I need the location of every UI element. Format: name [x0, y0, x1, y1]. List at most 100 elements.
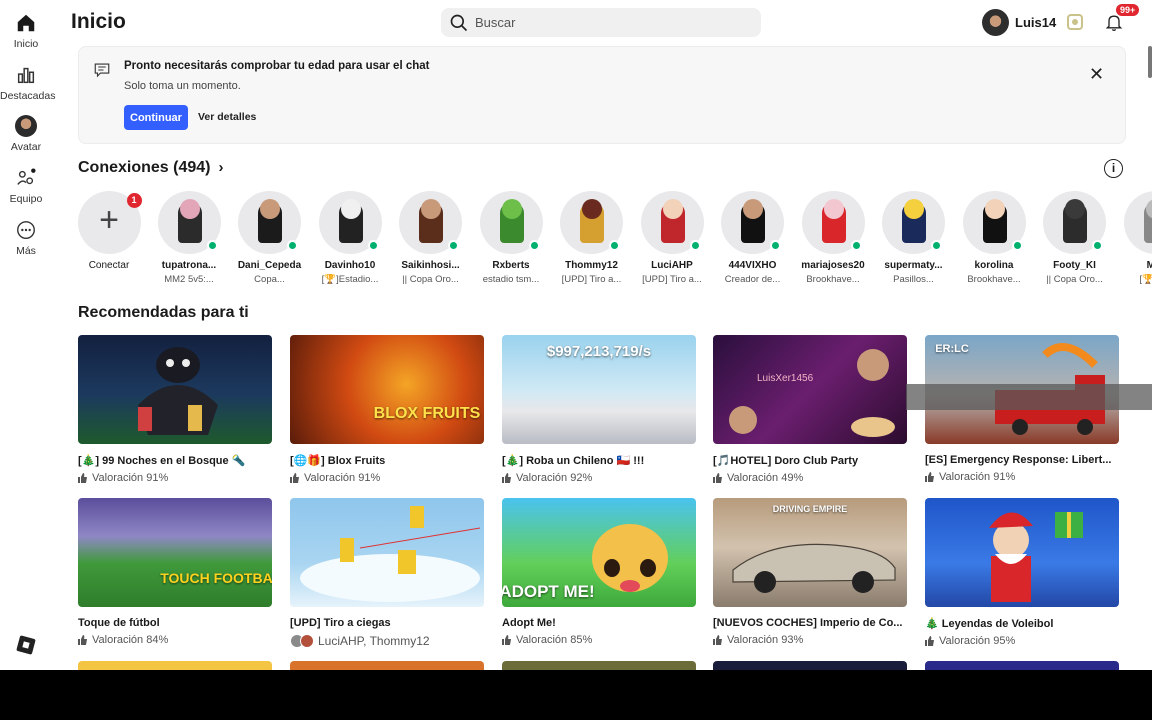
- thumbs-up-icon: [502, 473, 511, 483]
- nav-item-team[interactable]: Equipo: [0, 167, 52, 205]
- thumbs-up-icon: [78, 635, 87, 645]
- connection-item[interactable]: supermaty... Pasillos...: [876, 191, 952, 285]
- game-rating: Valoración 92%: [502, 472, 696, 484]
- connection-item[interactable]: M... [🏆]E...: [1117, 191, 1152, 285]
- rating-text: Valoración 93%: [727, 634, 804, 646]
- team-icon: [17, 168, 36, 185]
- connections-header[interactable]: Conexiones (494) ›: [78, 159, 223, 177]
- notification-badge: 99+: [1116, 4, 1140, 16]
- connection-item[interactable]: Rxberts estadio tsm...: [473, 191, 549, 285]
- game-thumbnail-partial[interactable]: [502, 661, 696, 670]
- game-tile[interactable]: LuisXer1456 [🎵HOTEL] Doro Club Party Val…: [713, 335, 907, 484]
- game-tile[interactable]: 🎄 Leyendas de Voleibol Valoración 95%: [925, 498, 1119, 647]
- game-name: [ES] Emergency Response: Libert...: [925, 454, 1112, 466]
- avatar-head: [582, 199, 602, 219]
- connection-status: MM2 5v5:...: [164, 274, 214, 285]
- thumb-text: ER:LC: [935, 343, 969, 355]
- game-name: Toque de fútbol: [78, 617, 160, 629]
- game-name: [🎵HOTEL] Doro Club Party: [713, 455, 859, 467]
- roblox-logo-icon[interactable]: [16, 635, 36, 655]
- avatar-head: [904, 199, 924, 219]
- game-tile[interactable]: ADOPT ME! Adopt Me! Valoración 85%: [502, 498, 696, 646]
- game-rating: Valoración 91%: [925, 471, 1119, 483]
- game-rating: Valoración 91%: [290, 472, 484, 484]
- game-thumbnail-partial[interactable]: [925, 661, 1119, 670]
- rating-text: Valoración 92%: [516, 472, 593, 484]
- connection-item[interactable]: Footy_KI || Copa Oro...: [1037, 191, 1113, 285]
- search-bar[interactable]: [441, 8, 761, 37]
- game-thumbnail-partial[interactable]: [78, 661, 272, 670]
- friends-playing: LuciAHP, Thommy12: [290, 634, 484, 648]
- online-indicator: [770, 240, 781, 251]
- nav-item-more[interactable]: Más: [0, 219, 52, 257]
- game-rating: Valoración 85%: [502, 634, 696, 646]
- thumbs-up-icon: [502, 635, 511, 645]
- search-input[interactable]: [475, 15, 735, 30]
- game-thumbnail-partial[interactable]: [713, 661, 907, 670]
- details-link[interactable]: Ver detalles: [198, 111, 256, 123]
- online-indicator: [689, 240, 701, 251]
- connection-item[interactable]: Saikinhosi... || Copa Oro...: [393, 191, 469, 285]
- santa-graphic: [989, 512, 1083, 602]
- connection-item[interactable]: Dani_Cepeda Copa...: [232, 191, 308, 285]
- info-icon[interactable]: i: [1104, 159, 1123, 178]
- connection-item[interactable]: LuciAHP [UPD] Tiro a...: [634, 191, 710, 285]
- game-name: Adopt Me!: [502, 617, 556, 629]
- online-indicator: [850, 240, 862, 251]
- avatar: [157, 191, 221, 254]
- game-rating: Valoración 95%: [925, 635, 1119, 647]
- overlay-bar: [906, 384, 1152, 410]
- nav-item-charts[interactable]: Destacadas: [0, 64, 55, 102]
- avatar: [640, 191, 704, 254]
- nav-item-home[interactable]: Inicio: [0, 12, 52, 50]
- add-connection-button[interactable]: + 1 Conectar: [71, 191, 147, 271]
- scrollbar[interactable]: [1148, 46, 1152, 78]
- connection-item[interactable]: mariajoses20 Brookhave...: [795, 191, 871, 285]
- game-thumbnail: BLOX FRUITS: [290, 335, 484, 444]
- chevron-right-icon: ›: [218, 159, 224, 176]
- game-name: [NUEVOS COCHES] Imperio de Co...: [713, 617, 903, 629]
- friend-request-badge: 1: [126, 193, 142, 208]
- online-indicator: [287, 240, 298, 251]
- add-circle: + 1: [77, 191, 142, 254]
- game-tile[interactable]: [🎄] 99 Noches en el Bosque 🔦 Valoración …: [78, 335, 272, 484]
- age-check-banner: Pronto necesitarás comprobar tu edad par…: [78, 46, 1126, 144]
- charts-icon: [17, 67, 35, 84]
- online-indicator: [206, 240, 218, 251]
- connection-item[interactable]: Thommy12 [UPD] Tiro a...: [554, 191, 630, 285]
- nav-item-avatar[interactable]: Avatar: [0, 115, 52, 153]
- thumb-text: DRIVING EMPIRE: [772, 504, 848, 514]
- avatar: [982, 9, 1009, 36]
- game-tile[interactable]: $997,213,719/s [🎄] Roba un Chileno 🇨🇱 !!…: [502, 335, 696, 484]
- overlay-username: LuisXer1456: [757, 373, 814, 384]
- connection-status: || Copa Oro...: [1046, 274, 1103, 285]
- nav-label: Inicio: [13, 38, 39, 50]
- game-name: [🌐🎁] Blox Fruits: [290, 455, 386, 467]
- close-icon[interactable]: ✕: [1089, 65, 1104, 83]
- online-indicator: [1011, 240, 1023, 251]
- thumb-text: $997,213,719/s: [546, 343, 652, 360]
- continue-button[interactable]: Continuar: [124, 105, 188, 130]
- page-title: Inicio: [71, 10, 126, 33]
- connection-status: Brookhave...: [967, 274, 1021, 285]
- avatar: [882, 191, 945, 254]
- game-tile[interactable]: [UPD] Tiro a ciegas LuciAHP, Thommy12: [290, 498, 484, 648]
- recommended-title: Recomendadas para ti: [78, 304, 249, 321]
- nav-label: Avatar: [10, 141, 42, 153]
- connection-item[interactable]: korolina Brookhave...: [956, 191, 1032, 285]
- banner-subtitle: Solo toma un momento.: [124, 80, 241, 92]
- robux-icon[interactable]: [1067, 14, 1083, 30]
- online-indicator: [931, 240, 942, 251]
- game-thumbnail-partial[interactable]: [290, 661, 484, 670]
- avatar: [479, 191, 543, 254]
- avatar: [962, 191, 1026, 254]
- connection-item[interactable]: Davinho10 [🏆]Estadio...: [312, 191, 388, 285]
- rating-text: Valoración 91%: [939, 471, 1016, 483]
- game-tile[interactable]: DRIVING EMPIRE [NUEVOS COCHES] Imperio d…: [713, 498, 907, 646]
- game-tile[interactable]: BLOX FRUITS [🌐🎁] Blox Fruits Valoración …: [290, 335, 484, 484]
- game-tile[interactable]: TOUCH FOOTBALL Toque de fútbol Valoració…: [78, 498, 272, 646]
- user-profile[interactable]: Luis14: [982, 9, 1056, 36]
- connection-item[interactable]: tupatrona... MM2 5v5:...: [151, 191, 227, 285]
- connection-item[interactable]: 444VIXHO Creador de...: [715, 191, 791, 285]
- connection-status: [UPD] Tiro a...: [642, 274, 702, 285]
